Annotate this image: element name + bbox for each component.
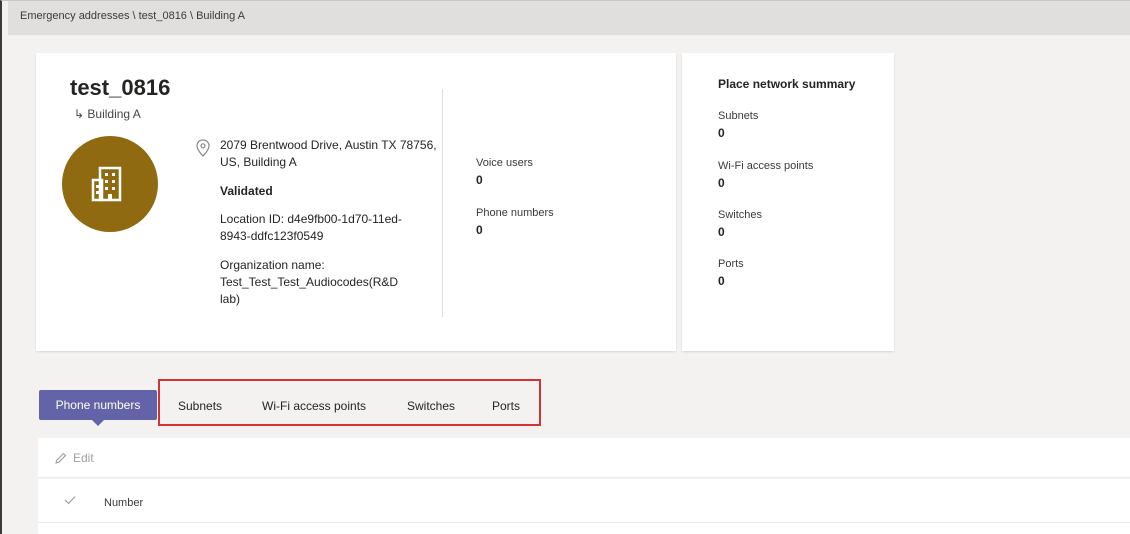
- summary-subnets-value: 0: [718, 126, 725, 140]
- summary-ports-label: Ports: [718, 258, 744, 270]
- breadcrumb[interactable]: Emergency addresses \ test_0816 \ Buildi…: [20, 10, 245, 22]
- summary-switches-label: Switches: [718, 209, 763, 221]
- page-title: test_0816: [70, 75, 171, 100]
- organization-name: Test_Test_Test_Audiocodes(R&D lab): [220, 275, 399, 306]
- summary-subnets-label: Subnets: [718, 110, 759, 122]
- voice-users-value: 0: [476, 173, 483, 187]
- table-header: Number: [38, 479, 1130, 523]
- place-avatar: [62, 136, 158, 232]
- command-bar: Edit: [38, 438, 1130, 478]
- checkmark-icon[interactable]: [64, 495, 76, 505]
- address-text: 2079 Brentwood Drive, Austin TX 78756, U…: [220, 138, 437, 169]
- summary-ports-value: 0: [718, 274, 725, 288]
- building-icon: [91, 166, 122, 202]
- summary-switches-value: 0: [718, 225, 725, 239]
- column-header-number[interactable]: Number: [104, 497, 143, 509]
- edit-button[interactable]: Edit: [54, 451, 94, 465]
- voice-users-label: Voice users: [476, 157, 533, 169]
- breadcrumb-bar: Emergency addresses \ test_0816 \ Buildi…: [8, 1, 1130, 35]
- subplace-label: ↳ Building A: [74, 107, 141, 121]
- place-details-card: test_0816 ↳ Building A 2079 Brentwood Dr…: [36, 53, 676, 351]
- highlight-annotation: [158, 379, 541, 426]
- pencil-icon: [55, 452, 67, 464]
- card-divider: [442, 89, 443, 317]
- phone-numbers-label: Phone numbers: [476, 207, 554, 219]
- validation-status: Validated: [220, 184, 273, 198]
- tab-phone-numbers[interactable]: Phone numbers: [39, 390, 157, 426]
- network-summary-card: Place network summary Subnets 0 Wi-Fi ac…: [682, 53, 894, 351]
- organization-label: Organization name:: [220, 258, 325, 272]
- edit-button-label: Edit: [73, 451, 94, 465]
- phone-numbers-value: 0: [476, 223, 483, 237]
- summary-wifi-label: Wi-Fi access points: [718, 160, 814, 172]
- location-pin-icon: [196, 139, 210, 157]
- summary-wifi-value: 0: [718, 176, 725, 190]
- app-window: Emergency addresses \ test_0816 \ Buildi…: [0, 0, 1130, 534]
- location-id: Location ID: d4e9fb00-1d70-11ed-8943-ddf…: [220, 212, 402, 243]
- summary-title: Place network summary: [718, 77, 856, 91]
- table-body: [38, 523, 1130, 534]
